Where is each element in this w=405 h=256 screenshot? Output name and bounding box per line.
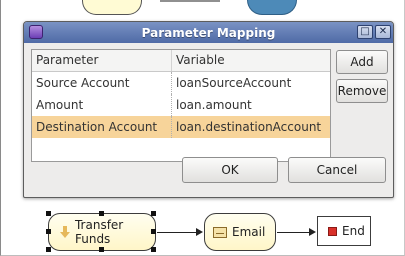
email-node[interactable]: Email	[204, 213, 276, 251]
connector-transfer-email[interactable]	[157, 232, 197, 233]
end-node[interactable]: End	[317, 216, 371, 246]
add-button[interactable]: Add	[336, 50, 388, 74]
table-header: Parameter Variable	[32, 50, 330, 72]
selection-handle[interactable]	[46, 229, 51, 234]
column-header-parameter[interactable]: Parameter	[32, 50, 172, 71]
stop-icon	[328, 226, 337, 236]
selection-handle[interactable]	[99, 247, 104, 252]
email-label: Email	[232, 225, 266, 239]
variable-cell[interactable]: loan.destinationAccount	[172, 120, 330, 134]
mail-icon	[213, 226, 227, 238]
close-button[interactable]: ✕	[375, 25, 391, 39]
selection-handle[interactable]	[46, 247, 51, 252]
selection-handle[interactable]	[151, 229, 156, 234]
end-label: End	[342, 224, 365, 238]
remove-button[interactable]: Remove	[336, 79, 388, 103]
connector-arrowhead	[309, 228, 316, 236]
column-header-variable[interactable]: Variable	[172, 50, 330, 71]
transfer-funds-node[interactable]: Transfer Funds	[48, 213, 156, 251]
dialog-titlebar[interactable]: Parameter Mapping □ ✕	[24, 22, 393, 43]
down-arrow-icon	[59, 226, 70, 238]
parameter-cell: Destination Account	[32, 116, 172, 138]
transfer-funds-label: Transfer Funds	[74, 218, 124, 246]
connector-arrowhead	[196, 228, 203, 236]
variable-cell[interactable]: loan.amount	[172, 98, 330, 112]
partial-node-top-right[interactable]	[247, 0, 297, 15]
table-row-selected[interactable]: Destination Account loan.destinationAcco…	[32, 116, 330, 138]
partial-connector-top	[160, 0, 220, 2]
parameter-cell: Amount	[32, 94, 172, 116]
parameter-table[interactable]: Parameter Variable Source Account loanSo…	[31, 49, 331, 162]
parameter-cell: Source Account	[32, 72, 172, 94]
table-row[interactable]: Amount loan.amount	[32, 94, 330, 116]
selection-handle[interactable]	[151, 211, 156, 216]
app-icon	[29, 25, 43, 39]
variable-cell[interactable]: loanSourceAccount	[172, 76, 330, 90]
dialog-title: Parameter Mapping	[141, 25, 276, 40]
partial-node-top-left[interactable]	[82, 0, 142, 15]
cancel-button[interactable]: Cancel	[288, 157, 386, 183]
selection-handle[interactable]	[99, 211, 104, 216]
ok-button[interactable]: OK	[182, 157, 278, 183]
selection-handle[interactable]	[151, 247, 156, 252]
restore-button[interactable]: □	[357, 25, 373, 39]
table-row[interactable]: Source Account loanSourceAccount	[32, 72, 330, 94]
selection-handle[interactable]	[46, 211, 51, 216]
parameter-mapping-dialog: Parameter Mapping □ ✕ Parameter Variable…	[23, 21, 394, 198]
connector-email-end[interactable]	[277, 232, 310, 233]
